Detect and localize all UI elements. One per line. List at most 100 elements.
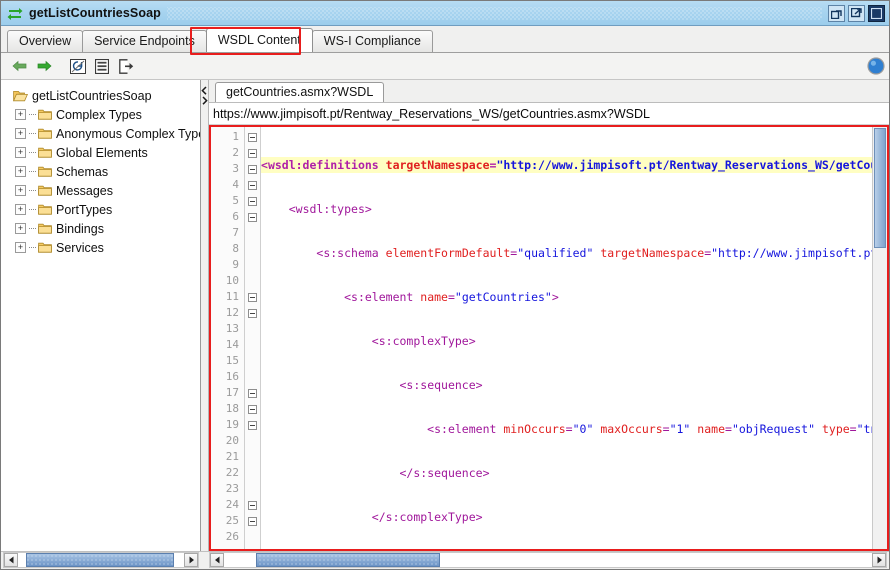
code-line: <wsdl:definitions targetNamespace="http:… [261,157,872,173]
line-number: 12 [225,306,239,319]
back-arrow-icon[interactable] [9,56,31,76]
tree-item-label: Services [56,240,104,255]
list-icon[interactable] [91,56,113,76]
maximize-window-icon[interactable] [848,4,865,22]
fold-marker[interactable] [245,209,260,225]
tree-hscroll-thumb[interactable] [26,553,174,567]
line-number: 17 [225,386,239,399]
tab-overview[interactable]: Overview [7,30,84,52]
tree-item-messages[interactable]: + Messages [7,181,200,200]
expander-icon[interactable]: + [15,147,26,158]
tree-item-label: Global Elements [56,145,148,160]
fold-marker[interactable] [245,417,260,433]
tab-wsdl-content[interactable]: WSDL Content [205,28,313,52]
pane-splitter[interactable] [201,80,209,551]
line-number: 6 [232,210,239,223]
folder-icon [38,242,52,253]
fold-marker[interactable] [245,145,260,161]
folder-icon [38,128,52,139]
fold-marker[interactable] [245,193,260,209]
editor-hscroll-track[interactable] [224,553,872,567]
fold-marker[interactable] [245,129,260,145]
scroll-right-button[interactable] [872,553,886,567]
help-circle-icon[interactable] [867,57,885,75]
tree-horizontal-scrollbar[interactable] [3,552,199,568]
code-line: </s:complexType> [371,510,483,524]
editor-vscroll-thumb[interactable] [874,128,886,248]
restore-window-icon[interactable] [828,4,845,22]
line-number: 3 [232,162,239,175]
xml-editor[interactable]: 1 2 3 4 5 6 7 8 9 10 11 12 13 14 15 16 1 [209,125,889,551]
refresh-icon[interactable] [67,56,89,76]
fold-marker[interactable] [245,385,260,401]
tree-item-label: Complex Types [56,107,142,122]
tree-item-complex-types[interactable]: + Complex Types [7,105,200,124]
titlebar-texture [166,6,822,20]
expander-icon[interactable]: + [15,242,26,253]
line-number: 26 [225,530,239,543]
tree-item-global-elements[interactable]: + Global Elements [7,143,200,162]
fold-marker[interactable] [245,161,260,177]
line-number: 24 [225,498,239,511]
wsdl-viewer-window: getListCountriesSoap Overview Service En… [0,0,890,570]
tree-connector [29,170,36,173]
tree-connector [29,189,36,192]
tree-item-porttypes[interactable]: + PortTypes [7,200,200,219]
line-number: 19 [225,418,239,431]
scroll-left-button[interactable] [4,553,18,567]
window-controls [828,4,887,22]
fold-marker[interactable] [245,401,260,417]
line-number: 8 [232,242,239,255]
tree-connector [29,113,36,116]
line-number: 23 [225,482,239,495]
wsdl-tree: getListCountriesSoap + Complex Types + A… [1,80,200,551]
open-folder-icon [13,90,28,102]
tree-root-getlistcountriessoap[interactable]: getListCountriesSoap [7,86,200,105]
editor-horizontal-scrollbar[interactable] [209,552,887,568]
line-number: 18 [225,402,239,415]
tree-item-schemas[interactable]: + Schemas [7,162,200,181]
fold-marker[interactable] [245,177,260,193]
tab-service-endpoints[interactable]: Service Endpoints [82,30,207,52]
line-number: 13 [225,322,239,335]
splitter-collapse-arrows-icon [201,86,208,105]
tree-hscroll-track[interactable] [18,553,184,567]
tree-item-services[interactable]: + Services [7,238,200,257]
scroll-right-button[interactable] [184,553,198,567]
fold-marker[interactable] [245,289,260,305]
tree-connector [29,132,36,135]
folder-icon [38,166,52,177]
expander-icon[interactable]: + [15,109,26,120]
expander-icon[interactable]: + [15,185,26,196]
expander-icon[interactable]: + [15,204,26,215]
document-tabstrip: getCountries.asmx?WSDL [209,80,889,103]
scroll-left-button[interactable] [210,553,224,567]
tree-item-label: Schemas [56,164,109,179]
folder-icon [38,147,52,158]
expander-icon[interactable]: + [15,223,26,234]
forward-arrow-icon[interactable] [33,56,55,76]
document-tab-getcountries-wsdl[interactable]: getCountries.asmx?WSDL [215,82,385,102]
tree-item-anonymous-complex-types[interactable]: + Anonymous Complex Types [7,124,200,143]
expander-icon[interactable]: + [15,166,26,177]
tree-item-bindings[interactable]: + Bindings [7,219,200,238]
fold-marker[interactable] [245,497,260,513]
line-number: 11 [225,290,239,303]
editor-vertical-scrollbar[interactable] [872,127,887,549]
expander-icon[interactable]: + [15,128,26,139]
document-url: https://www.jimpisoft.pt/Rentway_Reserva… [209,103,889,125]
line-number: 4 [232,178,239,191]
editor-hscroll-thumb[interactable] [256,553,440,567]
tab-wsi-compliance[interactable]: WS-I Compliance [311,30,434,52]
fold-marker[interactable] [245,305,260,321]
panel-icon[interactable] [868,4,885,22]
fold-marker[interactable] [245,513,260,529]
export-icon[interactable] [115,56,137,76]
xml-code-area[interactable]: <wsdl:definitions targetNamespace="http:… [261,127,872,549]
